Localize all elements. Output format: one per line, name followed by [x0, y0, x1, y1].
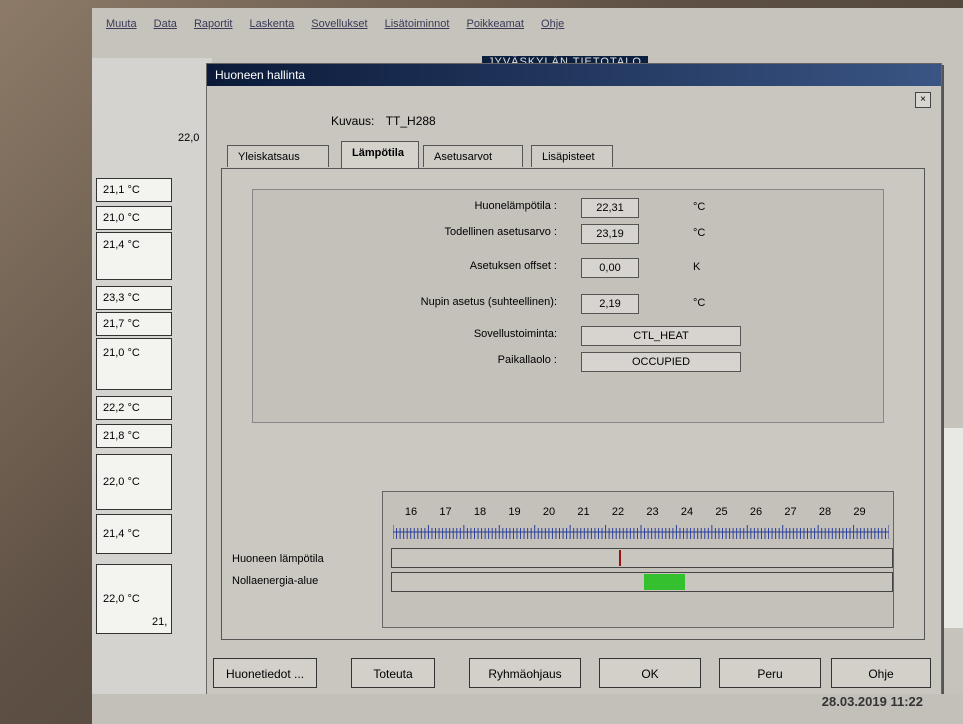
tick-label: 24: [680, 506, 694, 518]
dialog-titlebar[interactable]: Huoneen hallinta: [207, 64, 941, 86]
room-temperature-field: 22,31: [581, 198, 639, 218]
menu-item[interactable]: Raportit: [194, 18, 233, 30]
menu-item[interactable]: Ohje: [541, 18, 564, 30]
temperature-scale: 16 17 18 19 20 21 22 23 24 25 26 27 28 29: [382, 491, 894, 628]
tick-label: 23: [646, 506, 659, 518]
tab-extra-points[interactable]: Lisäpisteet: [531, 145, 613, 167]
tick-label: 16: [404, 506, 418, 518]
room-temp[interactable]: 21,1 °C: [96, 178, 172, 202]
field-unit: K: [693, 261, 701, 273]
field-label: Sovellustoiminta:: [473, 328, 557, 340]
field-label: Asetuksen offset :: [469, 260, 557, 272]
temperature-panel: Huonelämpötila : 22,31 °C Todellinen ase…: [221, 168, 925, 640]
room-temp[interactable]: 22,0 °C: [96, 454, 172, 510]
room-temp[interactable]: 22,2 °C: [96, 396, 172, 420]
actual-setpoint-field: 23,19: [581, 224, 639, 244]
tick-label: 25: [715, 506, 728, 518]
room-temp[interactable]: 21,0 °C: [96, 206, 172, 230]
field-label: Todellinen asetusarvo :: [444, 226, 557, 238]
field-label: Paikallaolo :: [497, 354, 557, 366]
room-info-button[interactable]: Huonetiedot ...: [213, 658, 317, 688]
screen: Muuta Data Raportit Laskenta Sovellukset…: [92, 8, 963, 724]
field-unit: °C: [693, 227, 706, 239]
tick-label: 27: [784, 506, 797, 518]
group-control-button[interactable]: Ryhmäohjaus: [469, 658, 581, 688]
application-mode-field: CTL_HEAT: [581, 326, 741, 346]
field-unit: °C: [693, 201, 706, 213]
zero-energy-bar: [391, 572, 893, 592]
field-label: Huonelämpötila :: [474, 200, 557, 212]
room-temp[interactable]: 21,4 °C: [96, 232, 172, 280]
menu-item[interactable]: Poikkeamat: [466, 18, 523, 30]
room-temp[interactable]: 21,4 °C: [96, 514, 172, 554]
tab-setpoints[interactable]: Asetusarvot: [423, 145, 523, 167]
room-temp[interactable]: 23,3 °C: [96, 286, 172, 310]
menu-item[interactable]: Sovellukset: [311, 18, 367, 30]
tick-label: 18: [473, 506, 487, 518]
description-label: Kuvaus:: [331, 114, 375, 128]
room-temperature-marker: [619, 550, 622, 566]
tick-label: 26: [749, 506, 763, 518]
room-temperature-bar: [391, 548, 893, 568]
tick-label: 17: [439, 506, 452, 518]
tab-temperature[interactable]: Lämpötila: [341, 141, 419, 168]
datetime: 28.03.2019 11:22: [821, 694, 923, 709]
room-temp[interactable]: 21,8 °C: [96, 424, 172, 448]
menu-item[interactable]: Muuta: [106, 18, 137, 30]
menubar: Muuta Data Raportit Laskenta Sovellukset…: [92, 18, 963, 40]
tick-label: 28: [818, 506, 832, 518]
room-temp[interactable]: 21,0 °C: [96, 338, 172, 390]
cancel-button[interactable]: Peru: [719, 658, 821, 688]
tick-label: 20: [542, 506, 556, 518]
tick-label: 29: [853, 506, 866, 518]
menu-item[interactable]: Data: [154, 18, 177, 30]
values-box: Huonelämpötila : 22,31 °C Todellinen ase…: [252, 189, 884, 423]
floorplan-left: 22,0 21,1 °C 21,0 °C 21,4 °C 23,3 °C 21,…: [92, 58, 212, 718]
menu-item[interactable]: Laskenta: [250, 18, 295, 30]
room-temp[interactable]: 21,7 °C: [96, 312, 172, 336]
help-button[interactable]: Ohje: [831, 658, 931, 688]
room-temp: 22,0: [178, 132, 200, 144]
occupancy-field: OCCUPIED: [581, 352, 741, 372]
room-temp: 21,: [152, 616, 168, 628]
zero-energy-bar-label: Nollaenergia-alue: [232, 575, 319, 587]
knob-setting-field: 2,19: [581, 294, 639, 314]
temperature-ruler: [393, 525, 889, 539]
menu-item[interactable]: Lisätoiminnot: [385, 18, 450, 30]
tick-label: 19: [508, 506, 521, 518]
apply-button[interactable]: Toteuta: [351, 658, 435, 688]
room-control-dialog: Huoneen hallinta × Kuvaus: TT_H288 Yleis…: [206, 63, 942, 703]
setpoint-offset-field: 0,00: [581, 258, 639, 278]
tab-overview[interactable]: Yleiskatsaus: [227, 145, 329, 167]
zero-energy-zone: [643, 574, 685, 590]
description: Kuvaus: TT_H288: [331, 114, 436, 128]
close-icon[interactable]: ×: [915, 92, 931, 108]
field-label: Nupin asetus (suhteellinen):: [420, 296, 557, 308]
description-value: TT_H288: [385, 114, 436, 128]
tick-label: 22: [611, 506, 625, 518]
field-unit: °C: [693, 297, 706, 309]
ok-button[interactable]: OK: [599, 658, 701, 688]
room-temperature-bar-label: Huoneen lämpötila: [232, 553, 324, 565]
tick-label: 21: [577, 506, 590, 518]
